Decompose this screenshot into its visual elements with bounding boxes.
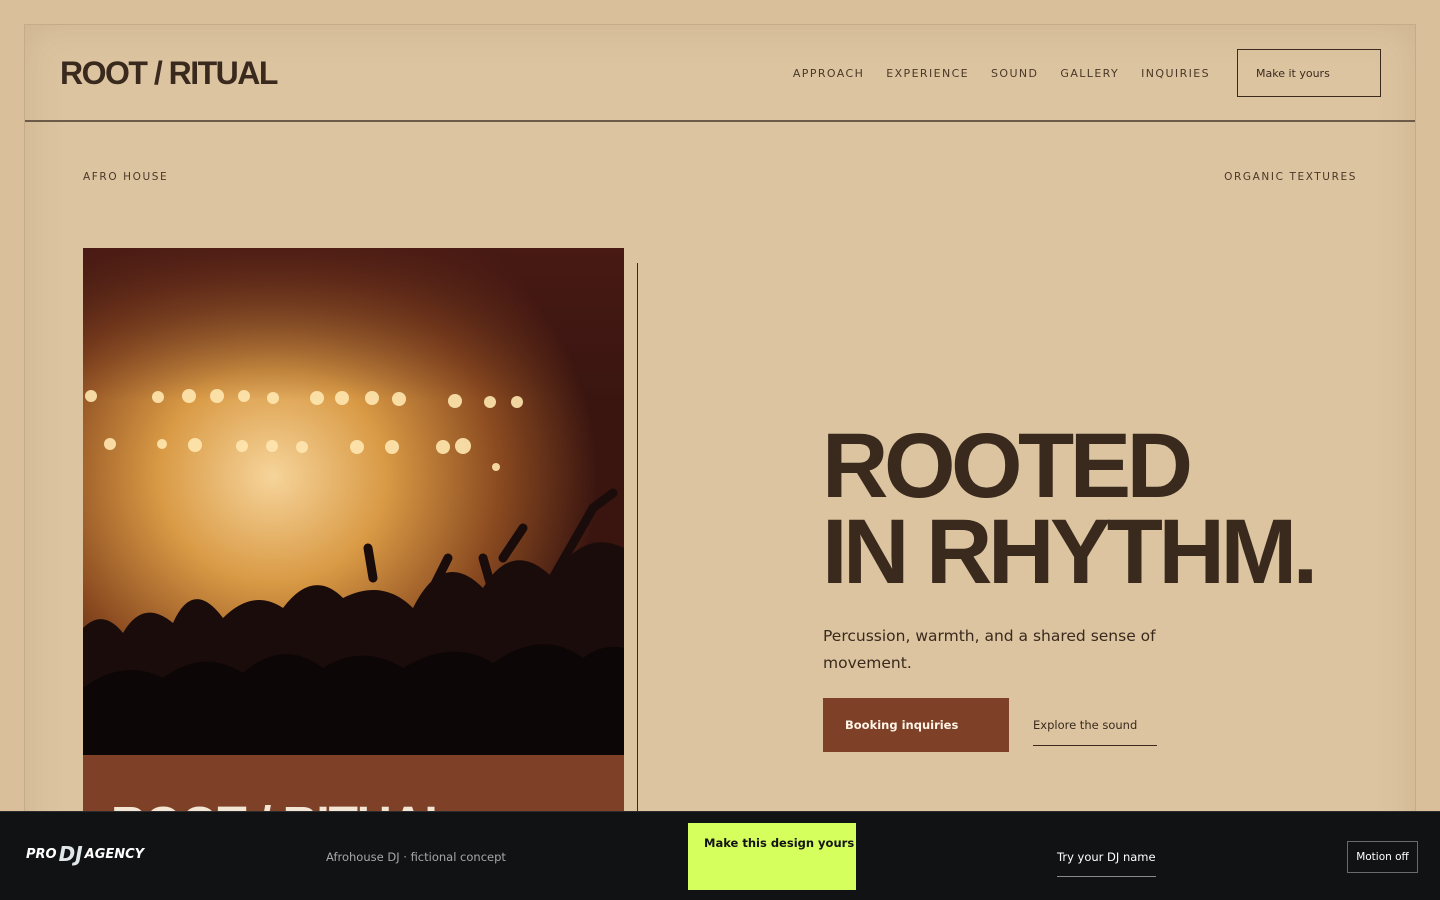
nav-approach[interactable]: APPROACH	[793, 67, 864, 80]
promo-footer: PRO DJ AGENCY Afrohouse DJ · fictional c…	[0, 811, 1440, 900]
motion-toggle-button[interactable]: Motion off	[1347, 841, 1418, 873]
genre-tag: AFRO HOUSE	[83, 171, 169, 183]
main-nav: APPROACH EXPERIENCE SOUND GALLERY INQUIR…	[793, 67, 1210, 80]
hero-photo	[83, 248, 624, 755]
hero-subtitle: Percussion, warmth, and a shared sense o…	[823, 627, 1156, 672]
concept-label: Afrohouse DJ · fictional concept	[326, 850, 506, 864]
texture-tag: ORGANIC TEXTURES	[1224, 171, 1357, 183]
nav-inquiries[interactable]: INQUIRIES	[1141, 67, 1210, 80]
nav-sound[interactable]: SOUND	[991, 67, 1038, 80]
prodj-agency-logo[interactable]: PRO DJ AGENCY	[26, 842, 144, 866]
headline-line-1: ROOTED	[822, 415, 1193, 517]
divider-line	[637, 263, 638, 835]
nav-experience[interactable]: EXPERIENCE	[886, 67, 969, 80]
concert-crowd-image	[83, 248, 624, 755]
page-frame: ROOT / RITUAL APPROACH EXPERIENCE SOUND …	[24, 24, 1416, 884]
logo-agency: AGENCY	[84, 846, 145, 862]
try-dj-name-link[interactable]: Try your DJ name	[1057, 850, 1156, 877]
headline-line-2: IN RHYTHM.	[822, 501, 1318, 603]
logo-pro: PRO	[26, 846, 57, 862]
nav-gallery[interactable]: GALLERY	[1060, 67, 1119, 80]
site-header: ROOT / RITUAL APPROACH EXPERIENCE SOUND …	[25, 25, 1415, 122]
logo-dj: DJ	[58, 842, 83, 866]
booking-inquiries-button[interactable]: Booking inquiries	[823, 698, 1009, 752]
hero-headline: ROOTED IN RHYTHM.	[822, 415, 1318, 603]
make-design-yours-button[interactable]: Make this design yours	[688, 823, 856, 890]
make-it-yours-button[interactable]: Make it yours	[1237, 49, 1381, 97]
explore-sound-link[interactable]: Explore the sound	[1033, 718, 1157, 746]
brand-logo[interactable]: ROOT / RITUAL	[60, 55, 278, 92]
